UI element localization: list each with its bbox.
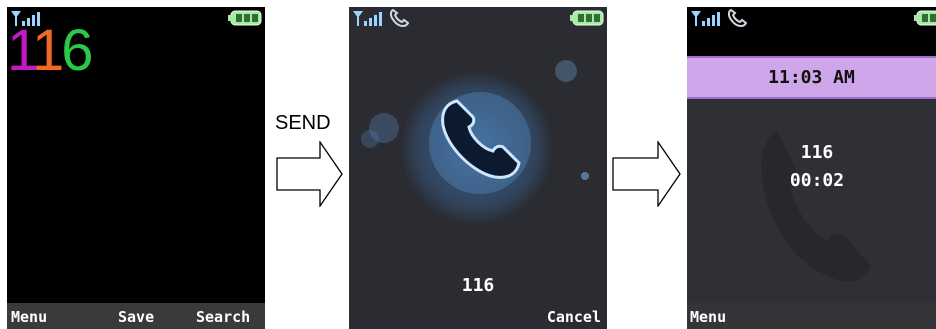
save-softkey[interactable]: Save	[118, 308, 154, 326]
header-spacer	[687, 31, 936, 56]
in-call-screen: 11:03 AM 116 00:02 Menu	[687, 7, 936, 329]
dialer-screen: 116 Menu Save Search	[7, 7, 265, 329]
phone-icon	[389, 8, 410, 28]
softkey-bar: Cancel	[349, 303, 607, 329]
phone-icon	[727, 8, 748, 28]
menu-softkey[interactable]: Menu	[11, 308, 47, 326]
dialed-digit: 6	[61, 18, 93, 83]
right-arrow-icon	[276, 141, 343, 207]
softkey-bar: Menu	[687, 303, 936, 329]
send-label: SEND	[275, 112, 331, 134]
dialed-digit: 1	[7, 18, 35, 83]
call-handset-icon	[441, 99, 521, 179]
softkey-bar: Menu Save Search	[7, 303, 265, 329]
glow-bubble	[555, 60, 577, 82]
calling-screen: 116 Cancel	[349, 7, 607, 329]
menu-softkey[interactable]: Menu	[690, 308, 726, 326]
signal-icon	[691, 11, 720, 26]
glow-bubble	[581, 172, 589, 180]
status-bar	[349, 7, 607, 31]
battery-icon	[570, 10, 604, 26]
search-softkey[interactable]: Search	[196, 308, 250, 326]
call-duration: 00:02	[789, 170, 845, 191]
cancel-softkey[interactable]: Cancel	[547, 308, 601, 326]
clock-bar: 11:03 AM	[687, 56, 936, 99]
dialed-digit: 1	[31, 18, 64, 83]
call-number: 116	[800, 142, 834, 163]
right-arrow-icon	[612, 141, 681, 207]
signal-icon	[353, 11, 382, 26]
calling-number: 116	[461, 275, 495, 296]
glow-bubble	[361, 130, 379, 148]
status-bar	[687, 7, 936, 31]
battery-icon	[914, 10, 936, 26]
battery-icon	[228, 10, 262, 26]
dialed-number: 116	[7, 22, 94, 80]
